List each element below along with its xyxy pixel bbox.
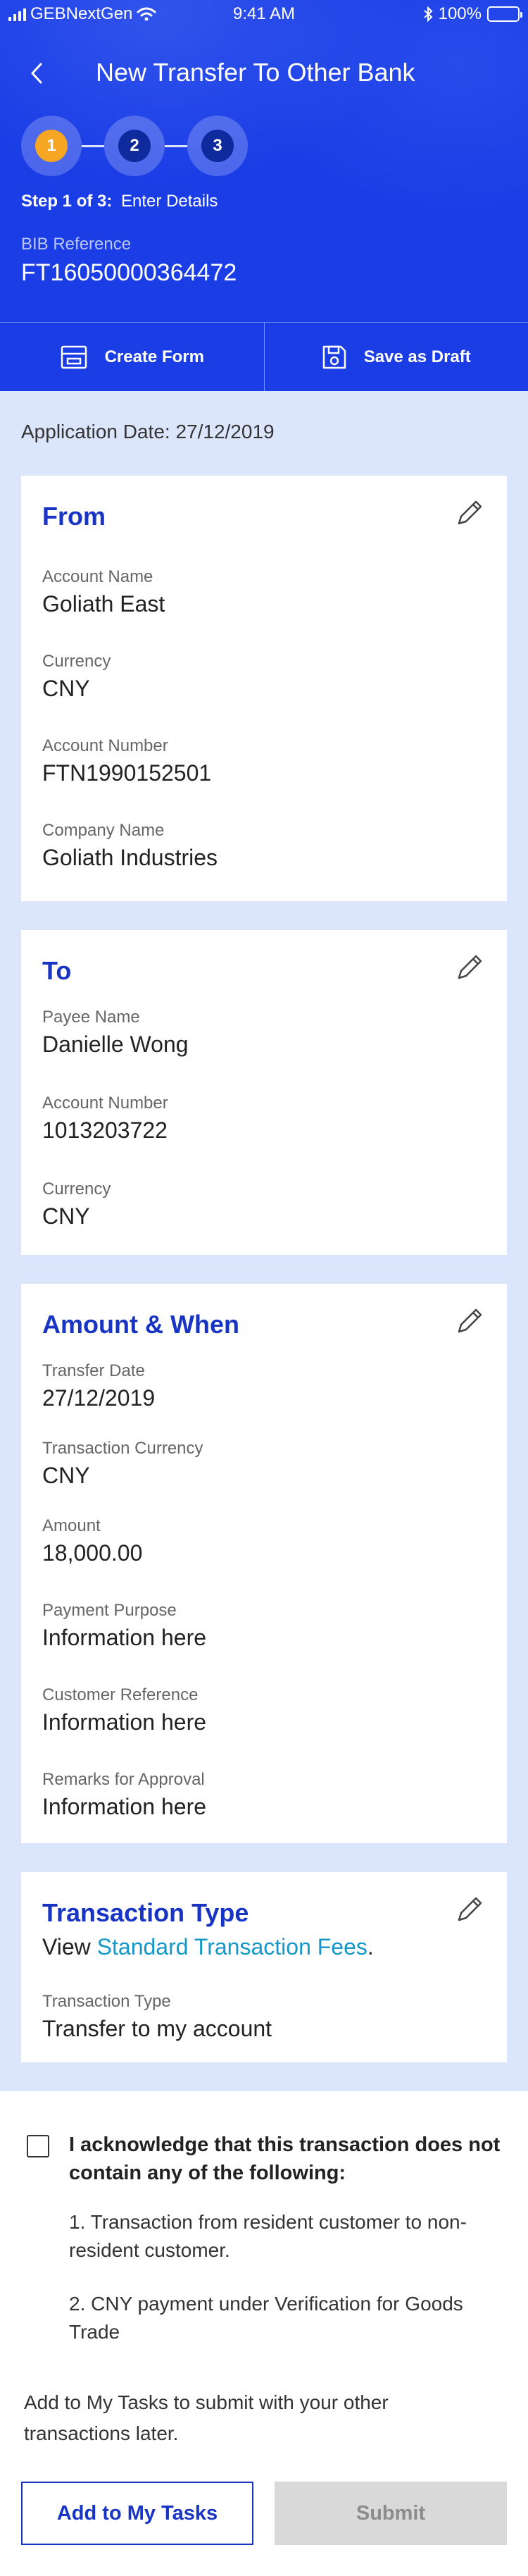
bib-reference-value: FT16050000364472 — [21, 259, 237, 286]
field-value: Information here — [42, 1709, 207, 1735]
amount-when-card-title: Amount & When — [42, 1310, 239, 1339]
edit-transaction-type-button[interactable] — [455, 1893, 486, 1924]
view-suffix: . — [367, 1934, 374, 1959]
step-number: 1 — [35, 130, 68, 162]
add-to-tasks-button[interactable]: Add to My Tasks — [21, 2482, 253, 2545]
acknowledge-title: I acknowledge that this transaction does… — [69, 2134, 501, 2184]
to-card-title: To — [42, 956, 72, 985]
field-value: CNY — [42, 676, 90, 701]
field-label: Currency — [42, 1179, 111, 1199]
header-decoration — [246, 0, 528, 211]
step-number: 2 — [118, 130, 151, 162]
field-label: Company Name — [42, 821, 165, 840]
from-card-title: From — [42, 502, 106, 531]
save-icon — [322, 345, 346, 369]
back-button[interactable] — [21, 58, 52, 89]
field-value: CNY — [42, 1203, 90, 1229]
bottom-section: I acknowledge that this transaction does… — [0, 2091, 528, 2576]
field-value: Information here — [42, 1625, 207, 1650]
edit-amount-when-button[interactable] — [455, 1305, 486, 1336]
field-label: Payment Purpose — [42, 1601, 177, 1620]
save-draft-label: Save as Draft — [363, 347, 471, 366]
battery-percent: 100% — [438, 4, 482, 23]
field-value: CNY — [42, 1463, 90, 1488]
view-prefix: View — [42, 1934, 97, 1959]
acknowledge-item: 1. Transaction from resident customer to… — [69, 2211, 467, 2261]
field-label: Payee Name — [42, 1008, 140, 1027]
bib-reference-label: BIB Reference — [21, 235, 132, 254]
view-fees-text: View Standard Transaction Fees. — [42, 1934, 374, 1960]
pencil-icon — [458, 1308, 482, 1333]
step-1: 1 — [21, 116, 82, 176]
status-bar: GEBNextGen 9:41 AM 100% — [0, 0, 528, 28]
bluetooth-icon — [423, 6, 433, 22]
stepper: 1 2 3 — [21, 116, 260, 176]
field-label: Account Number — [42, 1094, 168, 1113]
field-label: Account Number — [42, 736, 168, 755]
chevron-left-icon — [31, 63, 42, 84]
header: GEBNextGen 9:41 AM 100% New Transfer To … — [0, 0, 528, 391]
standard-fees-link[interactable]: Standard Transaction Fees — [97, 1934, 367, 1959]
action-bar: Create Form Save as Draft — [0, 322, 528, 391]
step-name: Enter Details — [121, 192, 218, 211]
pencil-icon — [458, 500, 482, 525]
from-card: From Account Name Goliath East Currency … — [21, 476, 507, 901]
step-indicator: Step 1 of 3: Enter Details — [21, 192, 218, 211]
acknowledge-item: 2. CNY payment under Verification for Go… — [69, 2293, 463, 2343]
field-value: Danielle Wong — [42, 1032, 189, 1057]
pencil-icon — [458, 955, 482, 979]
field-label: Customer Reference — [42, 1685, 199, 1704]
field-label: Transaction Currency — [42, 1439, 203, 1458]
amount-when-card: Amount & When Transfer Date 27/12/2019 T… — [21, 1284, 507, 1843]
field-value: 18,000.00 — [42, 1540, 143, 1566]
transaction-type-card: Transaction Type View Standard Transacti… — [21, 1872, 507, 2062]
to-card: To Payee Name Danielle Wong Account Numb… — [21, 930, 507, 1255]
step-prefix: Step 1 of 3: — [21, 192, 113, 211]
tasks-note: Add to My Tasks to submit with your othe… — [24, 2391, 389, 2444]
field-label: Remarks for Approval — [42, 1770, 205, 1789]
field-value: 1013203722 — [42, 1117, 168, 1143]
field-value: Transfer to my account — [42, 2016, 272, 2041]
acknowledge-checkbox[interactable] — [27, 2135, 49, 2157]
transaction-type-card-title: Transaction Type — [42, 1898, 249, 1927]
save-draft-button[interactable]: Save as Draft — [263, 323, 528, 391]
field-label: Currency — [42, 652, 111, 671]
page-title: New Transfer To Other Bank — [96, 58, 415, 87]
step-2: 2 — [104, 116, 165, 176]
pencil-icon — [458, 1897, 482, 1921]
step-connector — [165, 145, 187, 147]
field-label: Account Name — [42, 567, 153, 586]
status-right: 100% — [423, 4, 522, 24]
step-number: 3 — [201, 130, 234, 162]
application-date: Application Date: 27/12/2019 — [21, 421, 275, 442]
field-value: Goliath East — [42, 591, 165, 617]
edit-to-button[interactable] — [455, 951, 486, 982]
step-3: 3 — [187, 116, 248, 176]
field-value: FTN1990152501 — [42, 760, 212, 786]
field-value: Information here — [42, 1794, 207, 1819]
form-icon — [61, 345, 87, 369]
top-bar: New Transfer To Other Bank — [0, 49, 528, 99]
field-label: Amount — [42, 1516, 101, 1535]
step-connector — [82, 145, 104, 147]
field-value: Goliath Industries — [42, 845, 218, 870]
create-form-label: Create Form — [104, 347, 204, 366]
create-form-button[interactable]: Create Form — [0, 323, 264, 391]
field-value: 27/12/2019 — [42, 1385, 156, 1411]
field-label: Transaction Type — [42, 1992, 171, 2011]
battery-icon — [487, 6, 522, 22]
edit-from-button[interactable] — [455, 497, 486, 528]
field-label: Transfer Date — [42, 1361, 145, 1380]
submit-button[interactable]: Submit — [275, 2482, 507, 2545]
